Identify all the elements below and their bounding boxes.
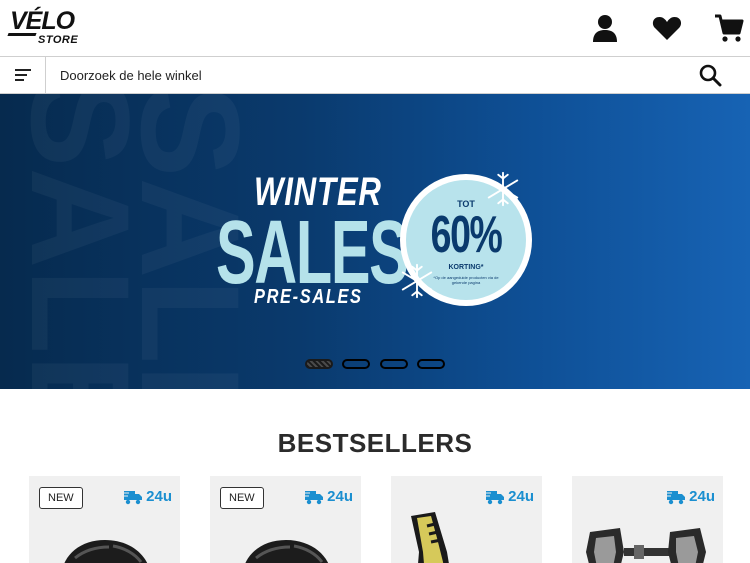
search-bar: [0, 57, 750, 94]
hamburger-menu-icon: [15, 69, 31, 81]
wishlist-heart-icon[interactable]: [651, 12, 683, 44]
delivery-badge: 24u: [485, 488, 534, 506]
carousel-dot-1[interactable]: [305, 359, 333, 369]
carousel-dot-4[interactable]: [417, 359, 445, 369]
menu-button[interactable]: [0, 57, 46, 93]
bestsellers-title: BESTSELLERS: [277, 428, 473, 458]
delivery-time: 24u: [146, 488, 172, 505]
product-image-winter-shoe[interactable]: [391, 512, 542, 563]
search-button[interactable]: [698, 63, 722, 87]
product-image-pedals[interactable]: [572, 512, 723, 563]
search-input[interactable]: [60, 57, 680, 93]
badge-fine-print: *Op de aangeduide producten via de geken…: [433, 275, 499, 285]
delivery-badge: 24u: [304, 488, 353, 506]
delivery-truck-icon: [304, 491, 324, 505]
cart-icon[interactable]: [713, 12, 745, 44]
new-tag: NEW: [39, 487, 83, 509]
account-icon[interactable]: [589, 12, 621, 44]
logo-bar: [7, 33, 37, 36]
delivery-truck-icon: [666, 491, 686, 505]
hero-subtitle: PRE-SALES: [254, 286, 363, 308]
hero-banner[interactable]: SALES SALES WINTER SALES PRE-SALES TOT 6…: [0, 94, 750, 389]
carousel-indicators: [305, 359, 455, 371]
product-card[interactable]: 24u: [572, 476, 723, 563]
delivery-badge: 24u: [123, 488, 172, 506]
delivery-time: 24u: [327, 488, 353, 505]
product-card[interactable]: 24u: [391, 476, 542, 563]
snowflake-icon: [398, 262, 436, 300]
velo-store-logo[interactable]: VÉLO STORE: [7, 7, 82, 48]
product-card[interactable]: NEW 24u: [210, 476, 361, 563]
site-header: VÉLO STORE: [0, 0, 750, 57]
carousel-dot-3[interactable]: [380, 359, 408, 369]
delivery-time: 24u: [508, 488, 534, 505]
new-tag: NEW: [220, 487, 264, 509]
snowflake-icon: [484, 170, 522, 208]
logo-text-bottom: STORE: [38, 34, 79, 46]
delivery-truck-icon: [123, 491, 143, 505]
delivery-badge: 24u: [666, 488, 715, 506]
product-card[interactable]: NEW 24u: [29, 476, 180, 563]
product-image-helmet[interactable]: [210, 512, 361, 563]
delivery-truck-icon: [485, 491, 505, 505]
product-image-helmet[interactable]: [29, 512, 180, 563]
logo-text-top: VÉLO: [10, 7, 75, 35]
carousel-dot-2[interactable]: [342, 359, 370, 369]
search-icon: [699, 64, 722, 87]
delivery-time: 24u: [689, 488, 715, 505]
hero-title-sales: SALES: [216, 203, 409, 303]
badge-percentage: 60%: [430, 206, 503, 264]
